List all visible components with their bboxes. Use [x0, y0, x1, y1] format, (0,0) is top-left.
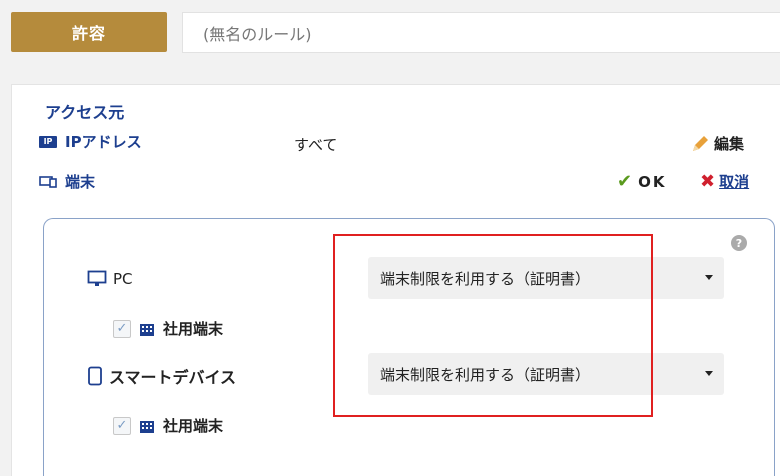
rule-name-input[interactable]: (無名のルール) — [182, 12, 780, 53]
ip-address-text: IPアドレス — [65, 133, 142, 151]
smartphone-icon — [88, 366, 102, 386]
help-icon[interactable]: ? — [731, 235, 747, 251]
close-icon: ✖ — [700, 171, 716, 192]
edit-button[interactable]: 編集 — [690, 133, 744, 154]
cancel-label: 取消 — [719, 173, 750, 191]
building-icon — [140, 420, 154, 433]
device-pc-select-value: 端末制限を利用する（証明書） — [380, 269, 591, 288]
device-smart-select-value: 端末制限を利用する（証明書） — [380, 365, 591, 384]
ip-address-label: IP IPアドレス — [39, 131, 142, 152]
rule-header: 許容 (無名のルール) — [0, 0, 780, 68]
device-pc-select[interactable]: 端末制限を利用する（証明書） — [368, 257, 724, 299]
device-icon — [39, 175, 57, 188]
device-pc-text: PC — [113, 270, 133, 288]
chevron-down-icon — [705, 275, 713, 280]
monitor-icon — [87, 270, 107, 286]
company-device-checkbox[interactable]: ✓ — [113, 416, 131, 435]
edit-label: 編集 — [714, 135, 745, 153]
device-smart-text: スマートデバイス — [109, 368, 237, 387]
ok-label: OK — [638, 172, 667, 191]
check-icon: ✔ — [617, 171, 635, 192]
ok-button[interactable]: ✔ OK — [617, 171, 666, 192]
device-pc-company-item: ✓ 社用端末 — [113, 318, 223, 339]
device-settings-box: ? PC 端末制限を利用する（証明書） ✓ 社用端末 スマートデバイス 端末制限… — [43, 218, 775, 476]
device-text: 端末 — [65, 173, 96, 191]
device-label: 端末 — [39, 171, 95, 192]
device-smart-company-item: ✓ 社用端末 — [113, 415, 223, 436]
company-device-checkbox[interactable]: ✓ — [113, 319, 131, 338]
device-smart-label: スマートデバイス — [87, 364, 236, 388]
building-icon — [140, 323, 154, 336]
cancel-button[interactable]: ✖ 取消 — [700, 171, 749, 192]
pencil-icon — [693, 135, 708, 151]
device-smart-select[interactable]: 端末制限を利用する（証明書） — [368, 353, 724, 395]
ip-address-value: すべて — [294, 136, 338, 154]
access-source-panel: アクセス元 IP IPアドレス すべて 編集 端末 ✔ OK ✖ 取消 ? PC… — [11, 84, 780, 476]
chevron-down-icon — [705, 371, 713, 376]
allow-action-button[interactable]: 許容 — [11, 12, 167, 52]
device-pc-label: PC — [87, 270, 133, 288]
ip-icon: IP — [39, 135, 57, 148]
company-device-label: 社用端末 — [163, 320, 224, 338]
company-device-label: 社用端末 — [163, 417, 224, 435]
section-title: アクセス元 — [45, 103, 125, 122]
